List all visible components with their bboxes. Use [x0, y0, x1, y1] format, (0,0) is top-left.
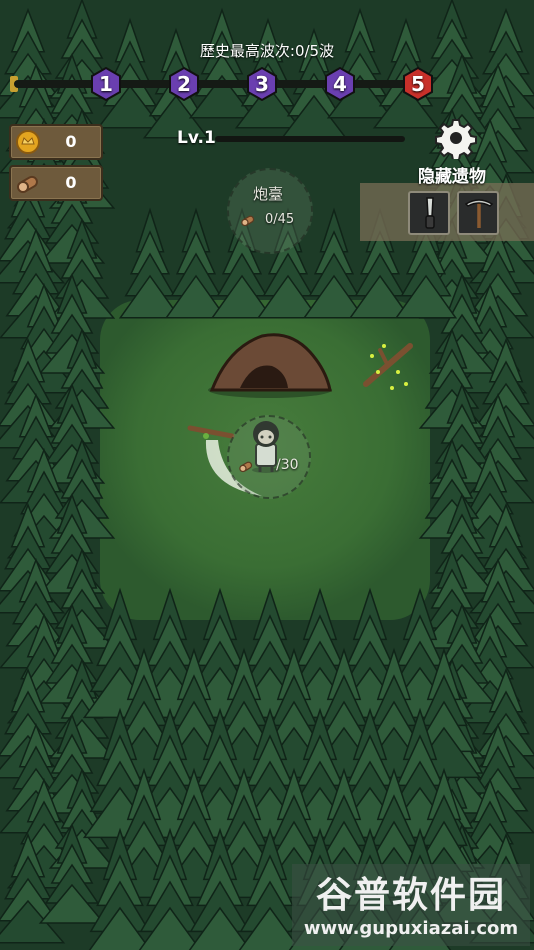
wave-marker-1: 1	[89, 67, 123, 101]
wood-log-icon	[241, 215, 255, 227]
wood-log-icon	[17, 175, 38, 193]
player-level: Lv.1	[177, 128, 216, 148]
player-wood-cost: /30	[276, 457, 299, 473]
wave-number: 2	[177, 72, 191, 96]
wave-marker-5: 5	[401, 67, 435, 101]
coin-value: 0	[65, 132, 77, 151]
coin-counter: 0	[9, 124, 103, 160]
wave-progress-track	[14, 80, 424, 88]
wave-marker-3: 3	[245, 67, 279, 101]
knife-icon	[425, 197, 435, 229]
level-xp-bar	[215, 136, 405, 142]
wave-number: 3	[255, 72, 269, 96]
relic-slot-pickaxe[interactable]	[457, 191, 499, 235]
wave-marker-4: 4	[323, 67, 357, 101]
watermark-title: 谷普软件园	[315, 875, 506, 916]
turret-build-site[interactable]	[227, 168, 313, 254]
gear-icon[interactable]	[435, 117, 477, 159]
wave-record-label: 歷史最高波次:0/5波	[199, 42, 335, 60]
hidden-relics-title: 隐藏遗物	[418, 167, 486, 187]
wave-number: 4	[333, 72, 347, 96]
wood-log-icon	[239, 461, 253, 473]
relic-slot-knife[interactable]	[408, 191, 450, 235]
turret-name: 炮臺	[252, 185, 283, 203]
wave-number: 1	[99, 72, 113, 96]
wood-value: 0	[65, 173, 77, 192]
wave-marker-2: 2	[167, 67, 201, 101]
pickaxe-icon	[464, 199, 494, 228]
wood-counter: 0	[9, 165, 103, 201]
wave-number: 5	[411, 72, 425, 96]
coin-icon	[16, 130, 40, 154]
turret-wood-cost: 0/45	[265, 212, 295, 227]
watermark-url: www.gupuxiazai.com	[303, 918, 519, 939]
